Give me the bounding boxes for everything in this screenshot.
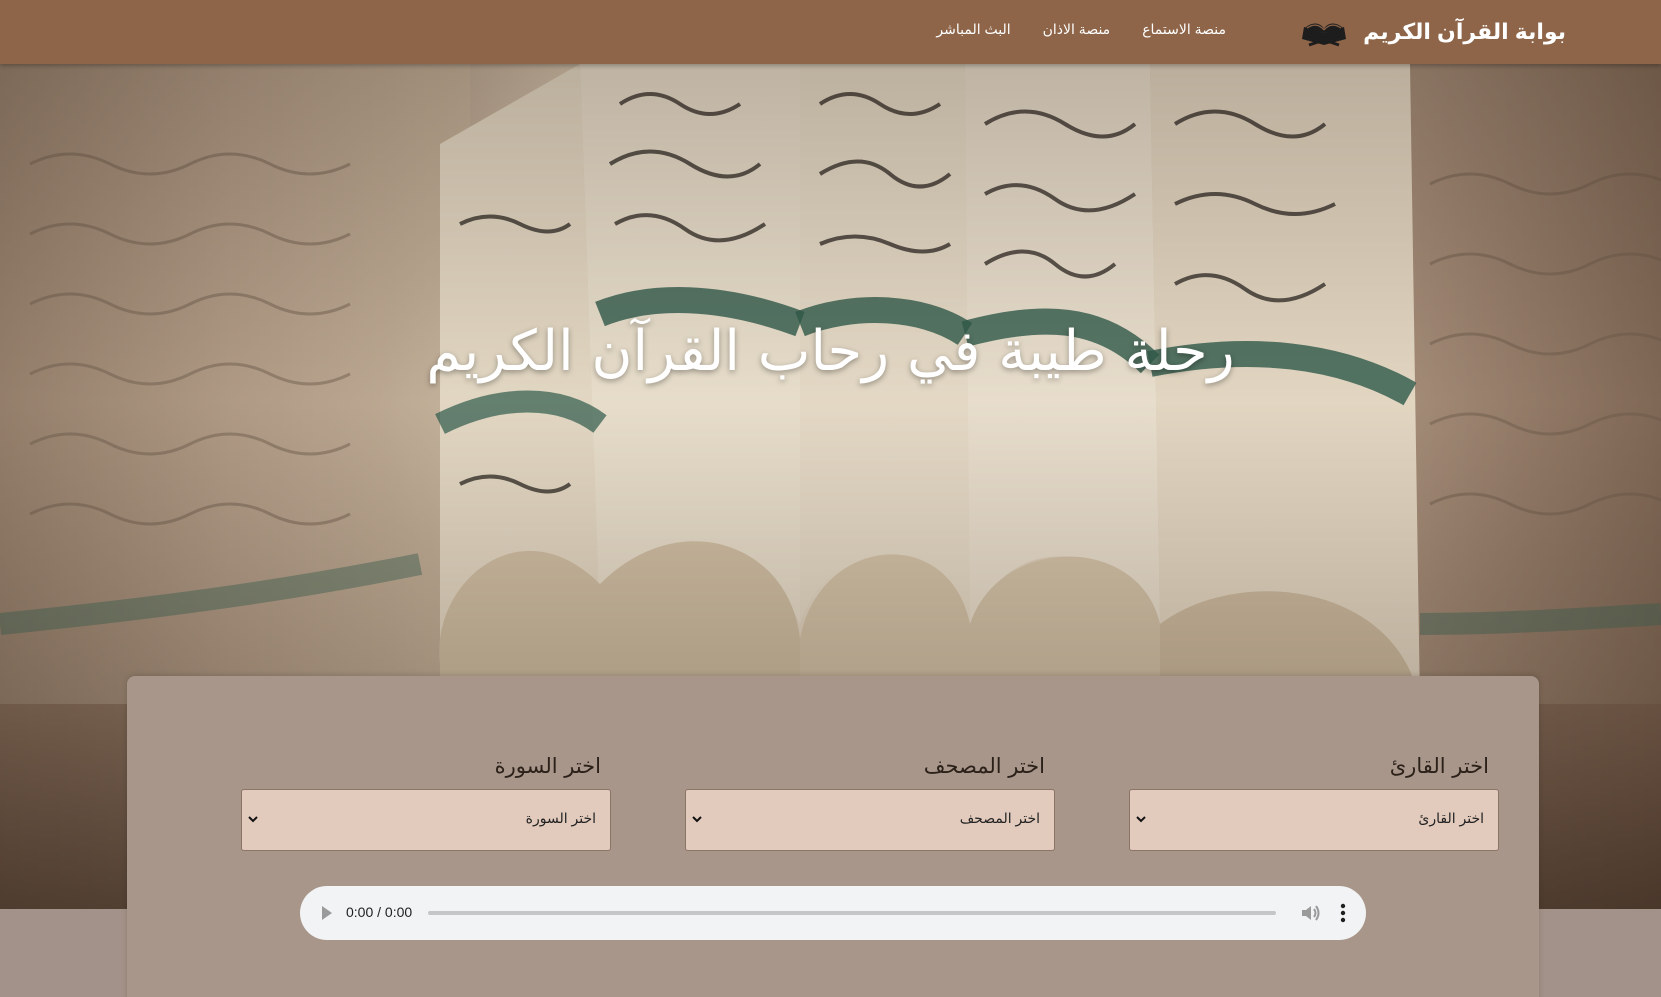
top-navbar: بوابة القرآن الكريم منصة الاستماع منصة ا… bbox=[0, 0, 1661, 64]
nav-link-adhan[interactable]: منصة الاذان bbox=[1043, 21, 1111, 38]
mushaf-select-value: اختر المصحف bbox=[959, 810, 1040, 826]
chevron-down-icon bbox=[248, 816, 258, 823]
reciter-label: اختر القارئ bbox=[1389, 754, 1489, 778]
reciter-select-value: اختر القارئ bbox=[1418, 810, 1484, 826]
surah-field: اختر السورة اختر السورة bbox=[241, 753, 611, 851]
surah-label: اختر السورة bbox=[494, 754, 601, 778]
audio-progress-bar[interactable] bbox=[428, 911, 1276, 915]
more-options-icon[interactable] bbox=[1340, 902, 1346, 924]
play-icon[interactable] bbox=[320, 904, 334, 922]
audio-player: 0:00 / 0:00 bbox=[300, 886, 1366, 940]
nav-link-live[interactable]: البث المباشر bbox=[936, 21, 1010, 38]
chevron-down-icon bbox=[1136, 816, 1146, 823]
mushaf-label: اختر المصحف bbox=[923, 754, 1045, 778]
brand-title[interactable]: بوابة القرآن الكريم bbox=[1363, 19, 1566, 45]
mushaf-field: اختر المصحف اختر المصحف bbox=[685, 753, 1055, 851]
surah-select[interactable]: اختر السورة bbox=[241, 789, 611, 851]
nav-link-listening[interactable]: منصة الاستماع bbox=[1142, 21, 1226, 38]
brand[interactable]: بوابة القرآن الكريم bbox=[1299, 14, 1566, 50]
audio-time: 0:00 / 0:00 bbox=[346, 904, 413, 920]
hero-title: رحلة طيبة في رحاب القرآن الكريم bbox=[426, 319, 1235, 384]
mushaf-select[interactable]: اختر المصحف bbox=[685, 789, 1055, 851]
player-panel: اختر القارئ اختر القارئ اختر المصحف اختر… bbox=[127, 676, 1539, 997]
surah-select-value: اختر السورة bbox=[525, 810, 596, 826]
nav-links: منصة الاستماع منصة الاذان البث المباشر bbox=[936, 21, 1226, 38]
chevron-down-icon bbox=[692, 816, 702, 823]
volume-icon[interactable] bbox=[1300, 903, 1322, 923]
reciter-select[interactable]: اختر القارئ bbox=[1129, 789, 1499, 851]
open-quran-icon bbox=[1302, 23, 1347, 47]
reciter-field: اختر القارئ اختر القارئ bbox=[1129, 753, 1499, 851]
